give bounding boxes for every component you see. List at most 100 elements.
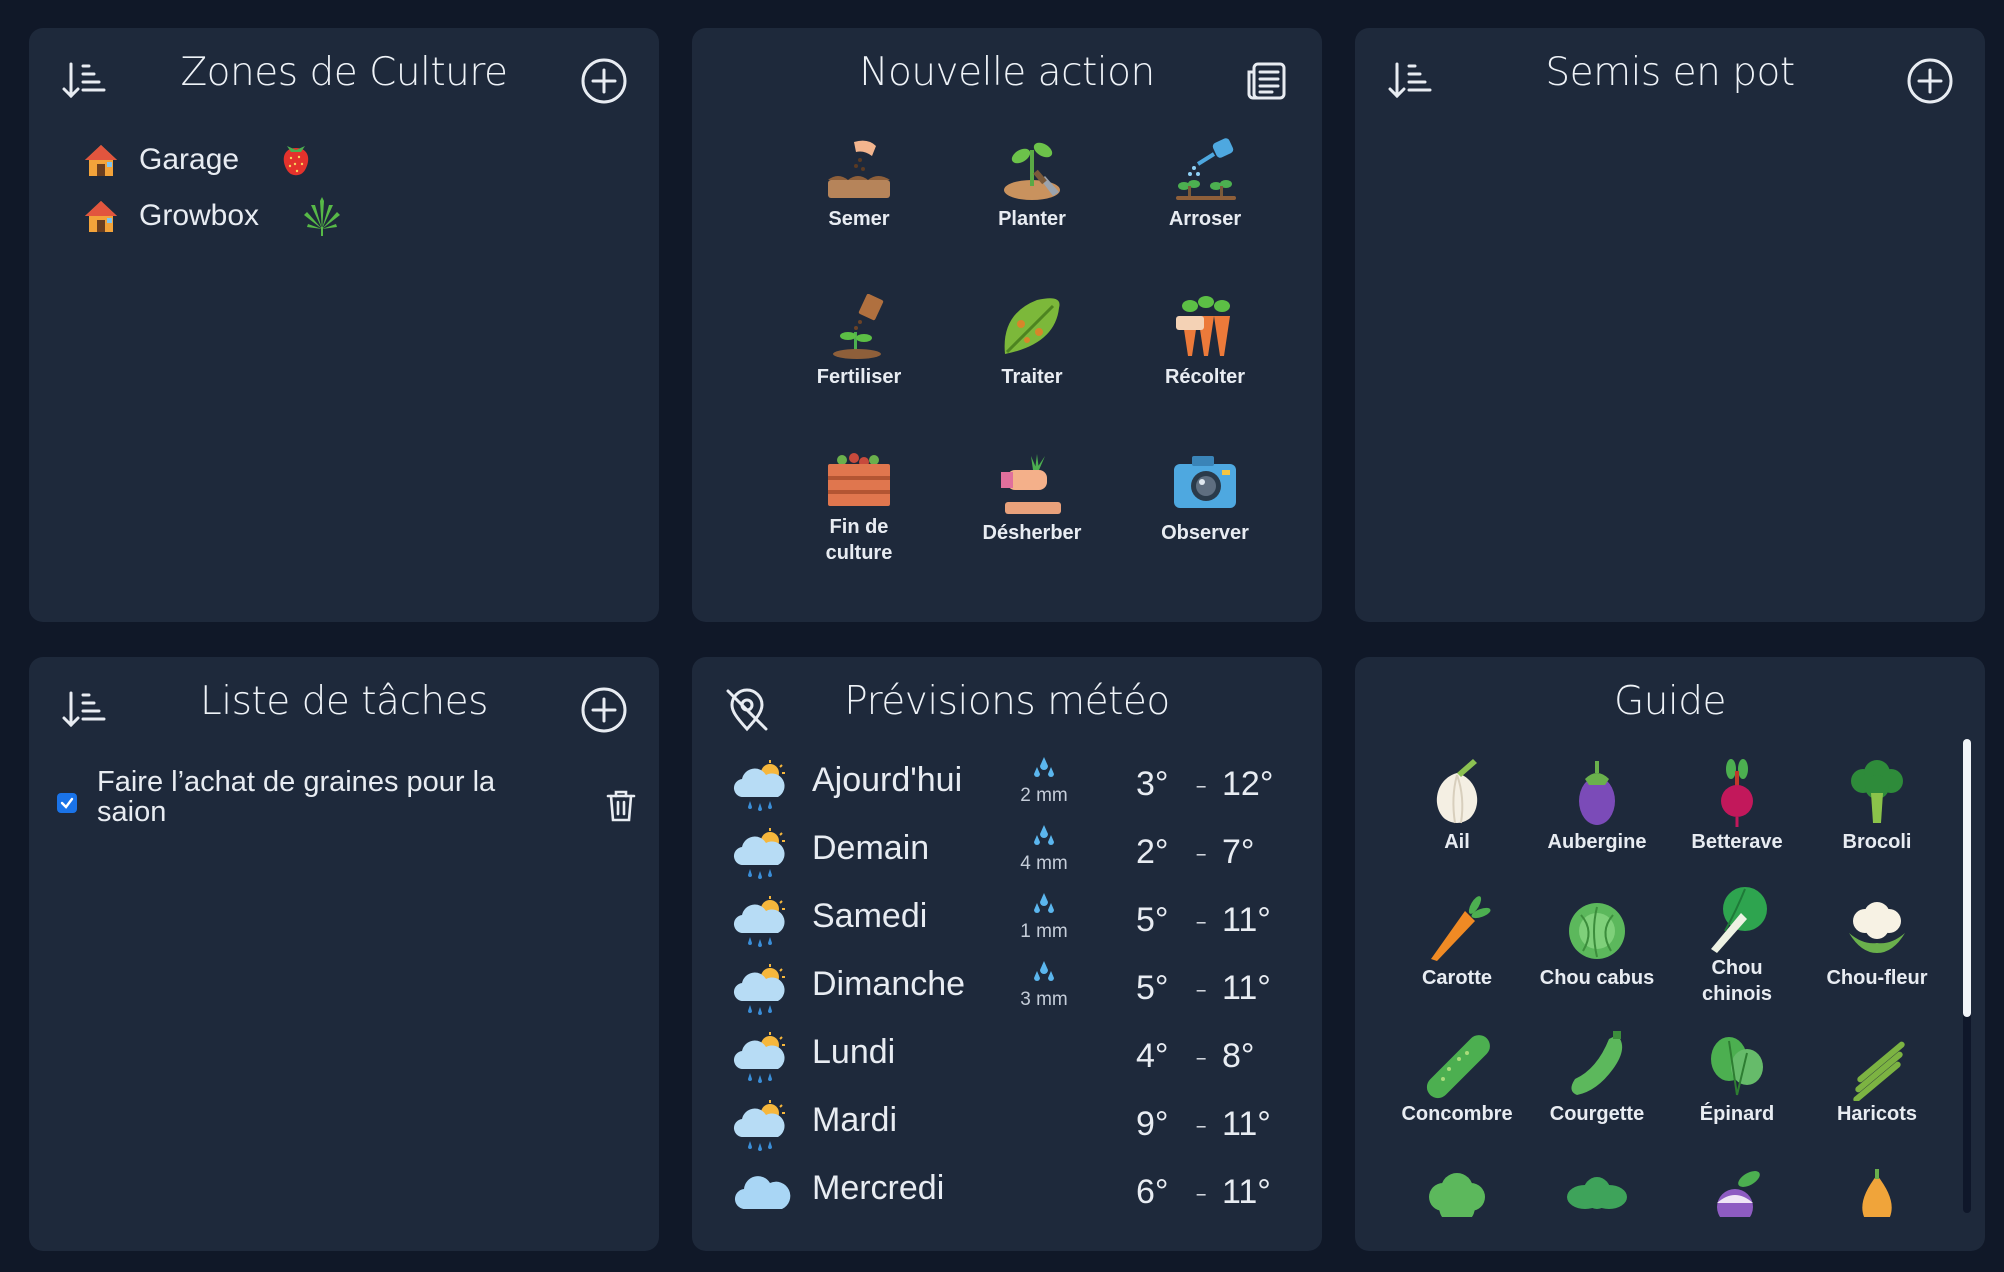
forecast-max: 8° (1222, 1037, 1255, 1075)
guide-item-chou-cabus[interactable]: Chou cabus (1527, 893, 1667, 991)
forecast-rain: 2 mm (1004, 755, 1084, 807)
guide-item-chou-chinois[interactable]: Chou chinois (1667, 883, 1807, 1007)
forecast-min: 2° (1136, 833, 1169, 871)
forecast-min: 5° (1136, 969, 1169, 1007)
guide-item-epinard[interactable]: Épinard (1667, 1029, 1807, 1127)
task-label: Faire l’achat de graines pour la saion (97, 766, 496, 828)
guide-item-haricots[interactable]: Haricots (1807, 1029, 1947, 1127)
forecast-day: Mercredi (812, 1169, 945, 1207)
kale-icon (1567, 1177, 1627, 1209)
action-planter[interactable]: Planter (957, 136, 1107, 232)
harvest-carrots-icon (1176, 296, 1230, 356)
guide-item-betterave[interactable]: Betterave (1667, 757, 1807, 855)
forecast-max: 11° (1222, 969, 1271, 1007)
guide-label: Épinard (1699, 1103, 1775, 1125)
forecast-row: Lundi 4° -8° (732, 1027, 1292, 1095)
action-label: Observer (1161, 522, 1249, 544)
forecast-rain-amount: 2 mm (1020, 785, 1068, 806)
tasks-card: Liste de tâches Faire l’achat de graines… (29, 657, 659, 1251)
guide-item-concombre[interactable]: Concombre (1387, 1029, 1527, 1127)
camera-icon (1174, 456, 1236, 508)
guide-item-ail[interactable]: Ail (1387, 757, 1527, 855)
forecast-min: 6° (1136, 1173, 1169, 1211)
guide-item-brocoli[interactable]: Brocoli (1807, 757, 1947, 855)
zones-card: Zones de Culture Garage Growbox (29, 28, 659, 622)
tasks-title: Liste de tâches (200, 679, 488, 724)
zone-item-growbox[interactable]: Growbox (83, 195, 343, 237)
garlic-icon (1436, 759, 1478, 824)
checkmark-icon (60, 797, 74, 809)
trash-icon[interactable] (605, 789, 637, 823)
action-desherber[interactable]: Désherber (957, 450, 1107, 546)
carrot-icon (1431, 896, 1491, 961)
guide-item-onion[interactable] (1807, 1167, 1947, 1217)
action-semer[interactable]: Semer (784, 136, 934, 232)
rain-drops-icon (1034, 757, 1054, 777)
green-beans-icon (1853, 1041, 1905, 1101)
journal-icon[interactable] (1244, 58, 1290, 104)
rain-sun-cloud-icon (733, 964, 785, 1015)
add-task-icon[interactable] (581, 687, 627, 733)
forecast-min: 4° (1136, 1037, 1169, 1075)
action-observer[interactable]: Observer (1130, 450, 1280, 546)
guide-item-courgette[interactable]: Courgette (1527, 1029, 1667, 1127)
guide-item-kale[interactable] (1527, 1167, 1667, 1217)
forecast-day: Demain (812, 829, 930, 867)
guide-label: Courgette (1549, 1103, 1645, 1125)
semis-title: Semis en pot (1545, 50, 1795, 95)
forecast-dash: - (1195, 969, 1208, 1009)
guide-label: Haricots (1836, 1103, 1918, 1125)
forecast-min: 5° (1136, 901, 1169, 939)
forecast-max: 11° (1222, 1105, 1271, 1143)
forecast-dash: - (1195, 901, 1208, 941)
forecast-rain-amount: 1 mm (1020, 921, 1068, 942)
turnip-icon (1717, 1171, 1760, 1217)
task-checkbox[interactable] (57, 793, 77, 813)
action-label: Arroser (1168, 208, 1242, 230)
rain-sun-cloud-icon (733, 896, 785, 947)
forecast-day: Lundi (812, 1033, 896, 1071)
action-label: Planter (998, 208, 1066, 230)
guide-item-turnip[interactable] (1667, 1167, 1807, 1217)
cannabis-leaf-icon (304, 197, 340, 236)
forecast-row: Mercredi 6° -11° (732, 1163, 1292, 1231)
guide-item-chou-fleur[interactable]: Chou-fleur (1807, 893, 1947, 991)
zone-item-garage[interactable]: Garage (83, 140, 313, 180)
onion-icon (1862, 1169, 1892, 1217)
guide-label: Concombre (1401, 1103, 1513, 1125)
guide-item-lettuce[interactable] (1387, 1167, 1527, 1217)
action-fin-de-culture[interactable]: Fin de culture (784, 450, 934, 566)
forecast-dash: - (1195, 1105, 1208, 1145)
guide-item-aubergine[interactable]: Aubergine (1527, 757, 1667, 855)
actions-title: Nouvelle action (859, 50, 1155, 95)
forecast-row: Samedi 1 mm 5° -11° (732, 891, 1292, 959)
guide-label: Ail (1444, 831, 1470, 853)
new-action-card: Nouvelle action Semer Planter Arroser Fe… (692, 28, 1322, 622)
forecast-day: Mardi (812, 1101, 898, 1139)
guide-scrollbar-thumb[interactable] (1963, 739, 1971, 1017)
add-zone-icon[interactable] (581, 58, 627, 104)
forecast-rain: 1 mm (1004, 891, 1084, 943)
forecast-day: Ajourd'hui (812, 761, 963, 799)
action-traiter[interactable]: Traiter (957, 294, 1107, 390)
weeding-hand-icon (1001, 454, 1061, 514)
guide-item-carotte[interactable]: Carotte (1387, 893, 1527, 991)
house-icon (85, 145, 117, 176)
action-arroser[interactable]: Arroser (1130, 136, 1280, 232)
forecast-dash: - (1195, 1037, 1208, 1077)
bok-choy-icon (1711, 887, 1767, 953)
action-fertiliser[interactable]: Fertiliser (784, 294, 934, 390)
action-label: Traiter (1001, 366, 1063, 388)
semis-card: Semis en pot (1355, 28, 1985, 622)
forecast-dash: - (1195, 833, 1208, 873)
forecast-row: Ajourd'hui 2 mm 3° -12° (732, 755, 1292, 823)
house-icon (85, 201, 117, 232)
rain-sun-cloud-icon (733, 828, 785, 879)
forecast-row: Demain 4 mm 2° -7° (732, 823, 1292, 891)
rain-sun-cloud-icon (733, 1032, 785, 1083)
lettuce-icon (1429, 1173, 1485, 1217)
add-semis-icon[interactable] (1907, 58, 1953, 104)
action-label: Fin de culture (825, 516, 893, 564)
zone-label: Growbox (139, 199, 260, 232)
action-recolter[interactable]: Récolter (1130, 294, 1280, 390)
